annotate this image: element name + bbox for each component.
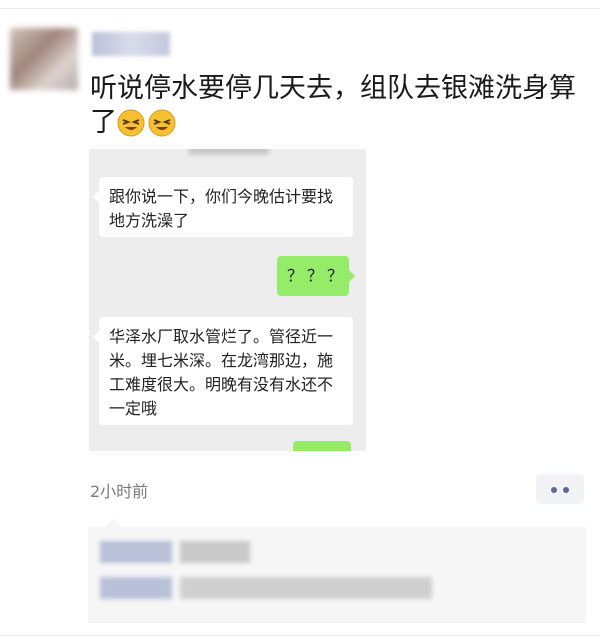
nickname[interactable]	[92, 32, 170, 56]
likes-comments-panel	[88, 518, 586, 623]
squinting-smile-emoji-icon	[148, 109, 176, 137]
chat-bubble-received: 华泽水厂取水管烂了。管径近一米。埋七米深。在龙湾那边，施工难度很大。明晚有没有水…	[93, 317, 353, 425]
comment-text-blurred	[180, 541, 250, 563]
avatar[interactable]	[10, 28, 78, 90]
more-dot-icon	[563, 487, 569, 493]
screenshot-status-bar	[189, 149, 269, 155]
post-text: 听说停水要停几天去，组队去银滩洗身算了	[90, 72, 580, 140]
comment-author-blurred[interactable]	[100, 577, 172, 599]
squinting-smile-emoji-icon	[117, 109, 145, 137]
top-divider	[0, 8, 600, 9]
chat-bubble-received: 跟你说一下，你们今晚估计要找地方洗澡了	[93, 177, 353, 237]
comment-text-blurred	[180, 577, 432, 599]
more-dot-icon	[551, 487, 557, 493]
post-time: 2小时前	[90, 482, 149, 501]
more-actions-button[interactable]	[536, 474, 584, 504]
chat-bubble-sent	[293, 441, 351, 451]
chat-screenshot-image[interactable]: 跟你说一下，你们今晚估计要找地方洗澡了 ？？？ 华泽水厂取水管烂了。管径近一米。…	[89, 149, 366, 451]
bottom-divider	[0, 635, 600, 636]
comment-author-blurred[interactable]	[100, 541, 172, 563]
chat-bubble-sent: ？？？	[277, 256, 355, 296]
